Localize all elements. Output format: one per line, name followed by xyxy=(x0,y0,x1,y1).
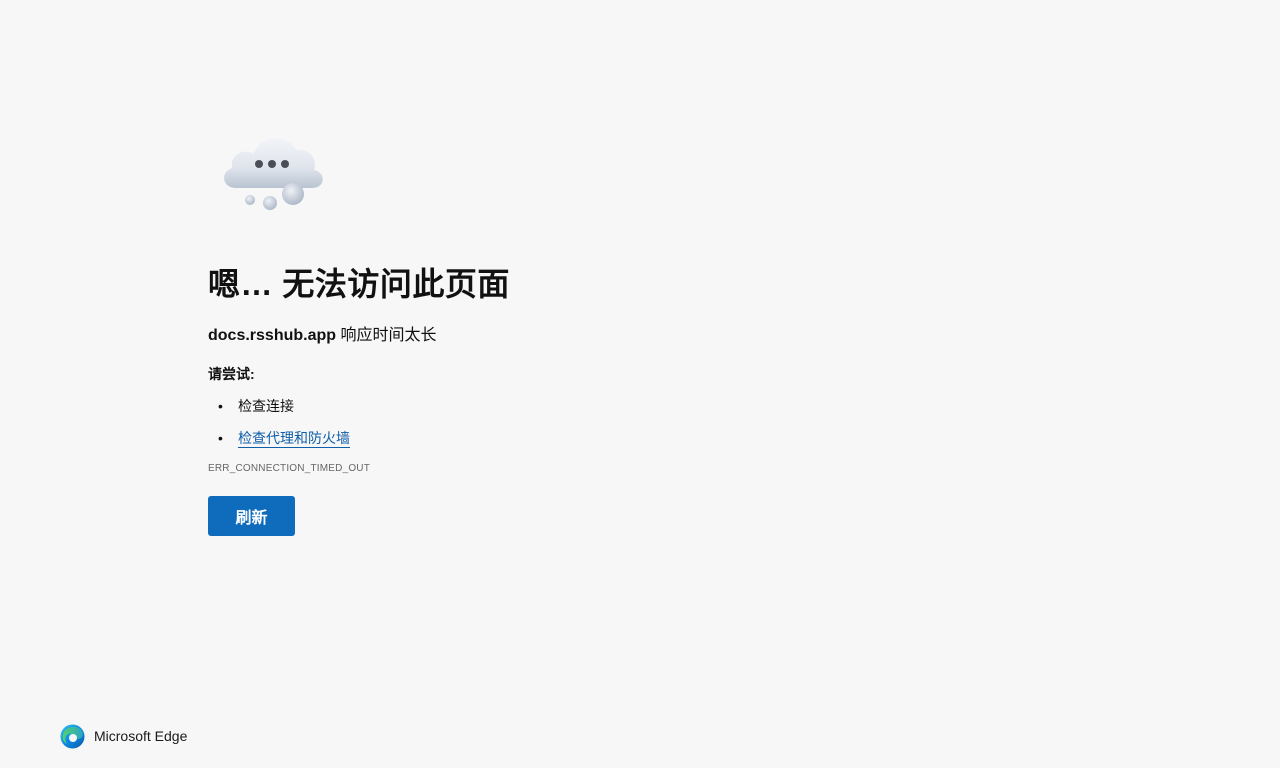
error-message: docs.rsshub.app 响应时间太长 xyxy=(208,324,908,348)
brand-name: Microsoft Edge xyxy=(94,728,188,744)
error-host: docs.rsshub.app xyxy=(208,327,337,344)
suggestion-check-connection: • 检查连接 xyxy=(208,396,908,416)
error-content: 嗯… 无法访问此页面 docs.rsshub.app 响应时间太长 请尝试: •… xyxy=(208,262,908,536)
suggestion-text: 检查连接 xyxy=(238,398,294,414)
bullet: • xyxy=(218,398,223,414)
cloud-thinking-icon xyxy=(208,118,338,228)
try-label: 请尝试: xyxy=(208,366,255,382)
page-title: 嗯… 无法访问此页面 xyxy=(208,266,510,302)
bullet: • xyxy=(218,430,223,446)
edge-logo-icon xyxy=(60,724,85,749)
suggestion-check-proxy-firewall: • 检查代理和防火墙 xyxy=(208,428,908,448)
suggestions-list: • 检查连接 • 检查代理和防火墙 xyxy=(208,396,908,448)
refresh-button[interactable]: 刷新 xyxy=(208,496,295,536)
error-page: 嗯… 无法访问此页面 docs.rsshub.app 响应时间太长 请尝试: •… xyxy=(0,0,1280,768)
branding: Microsoft Edge xyxy=(60,723,187,749)
check-proxy-firewall-link[interactable]: 检查代理和防火墙 xyxy=(238,430,350,448)
error-message-text: 响应时间太长 xyxy=(336,327,437,344)
error-code: ERR_CONNECTION_TIMED_OUT xyxy=(208,463,371,474)
